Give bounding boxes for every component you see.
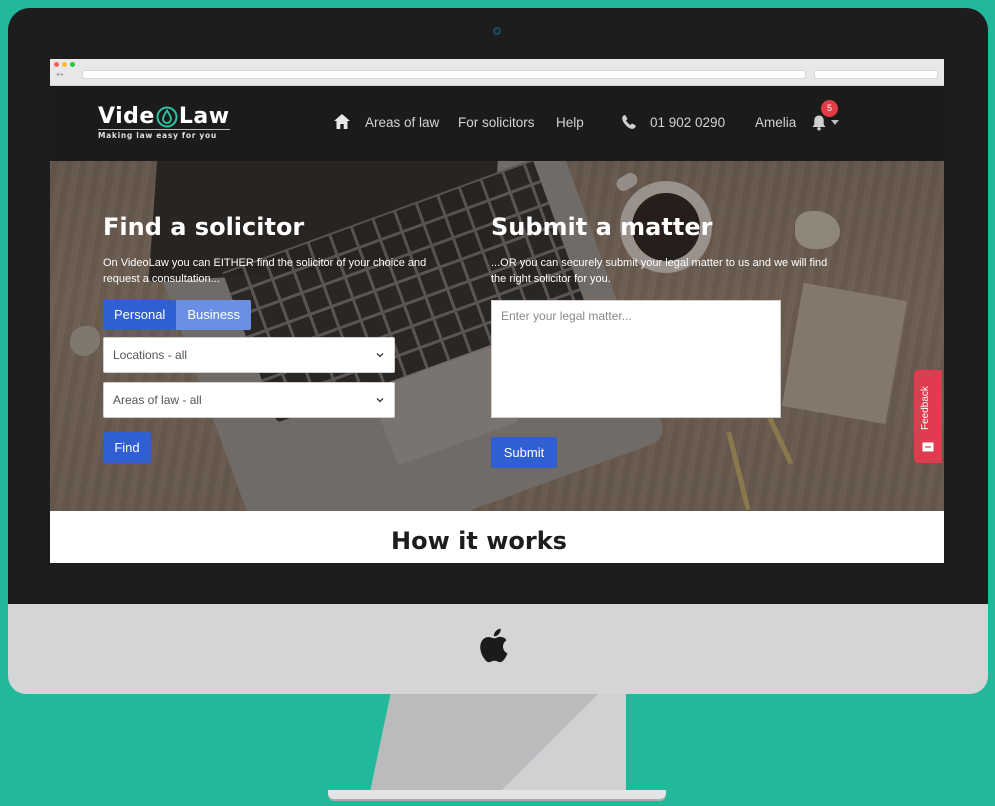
screen: ◂ ▸ Vide Law Making law easy for you Are… [50, 59, 944, 563]
find-button[interactable]: Find [103, 432, 151, 463]
areas-of-law-select-value: Areas of law - all [113, 393, 202, 407]
site-logo[interactable]: Vide Law Making law easy for you [98, 106, 230, 140]
chevron-down-icon [376, 398, 384, 403]
submit-button[interactable]: Submit [491, 437, 557, 468]
droplet-logo-icon [156, 106, 178, 128]
submit-matter-text: ...OR you can securely submit your legal… [491, 257, 828, 285]
site-header: Vide Law Making law easy for you Areas o… [50, 86, 944, 161]
address-bar[interactable] [82, 70, 806, 79]
client-type-toggle: Personal Business [103, 300, 252, 330]
bell-icon[interactable] [811, 114, 827, 131]
business-toggle-button[interactable]: Business [176, 300, 252, 330]
how-it-works-title: How it works [391, 527, 567, 555]
user-name[interactable]: Amelia [755, 114, 796, 132]
browser-search-bar[interactable] [814, 70, 938, 79]
browser-toolbar: ◂ ▸ [50, 59, 944, 86]
nav-for-solicitors[interactable]: For solicitors [458, 114, 535, 132]
submit-matter-title: Submit a matter [491, 213, 713, 241]
nav-help[interactable]: Help [556, 114, 584, 132]
legal-matter-textarea[interactable] [491, 300, 781, 418]
nav-areas-of-law[interactable]: Areas of law [365, 114, 439, 132]
user-menu-caret-icon[interactable] [831, 120, 839, 125]
maximize-window-icon[interactable] [70, 62, 75, 67]
logo-text-right: Law [178, 104, 230, 129]
feedback-icon[interactable] [922, 442, 934, 452]
imac-stand-base [328, 790, 666, 799]
feedback-label[interactable]: Feedback [920, 373, 936, 443]
areas-of-law-select[interactable]: Areas of law - all [103, 382, 395, 418]
home-icon[interactable] [333, 113, 351, 130]
find-solicitor-text: On VideoLaw you can EITHER find the soli… [103, 257, 427, 285]
minimize-window-icon[interactable] [62, 62, 67, 67]
back-forward-icon[interactable]: ◂ ▸ [56, 71, 64, 78]
notification-badge: 5 [821, 100, 838, 117]
locations-select[interactable]: Locations - all [103, 337, 395, 373]
find-solicitor-title: Find a solicitor [103, 213, 305, 241]
hero-section: Find a solicitor On VideoLaw you can EIT… [50, 161, 944, 511]
logo-tagline: Making law easy for you [98, 129, 230, 140]
personal-toggle-button[interactable]: Personal [103, 300, 177, 330]
locations-select-value: Locations - all [113, 348, 188, 362]
phone-icon [622, 114, 636, 129]
logo-text-left: Vide [98, 104, 155, 129]
phone-number[interactable]: 01 902 0290 [650, 114, 725, 132]
camera-icon [493, 27, 501, 35]
close-window-icon[interactable] [54, 62, 59, 67]
apple-logo-icon [480, 628, 508, 663]
chevron-down-icon [376, 353, 384, 358]
